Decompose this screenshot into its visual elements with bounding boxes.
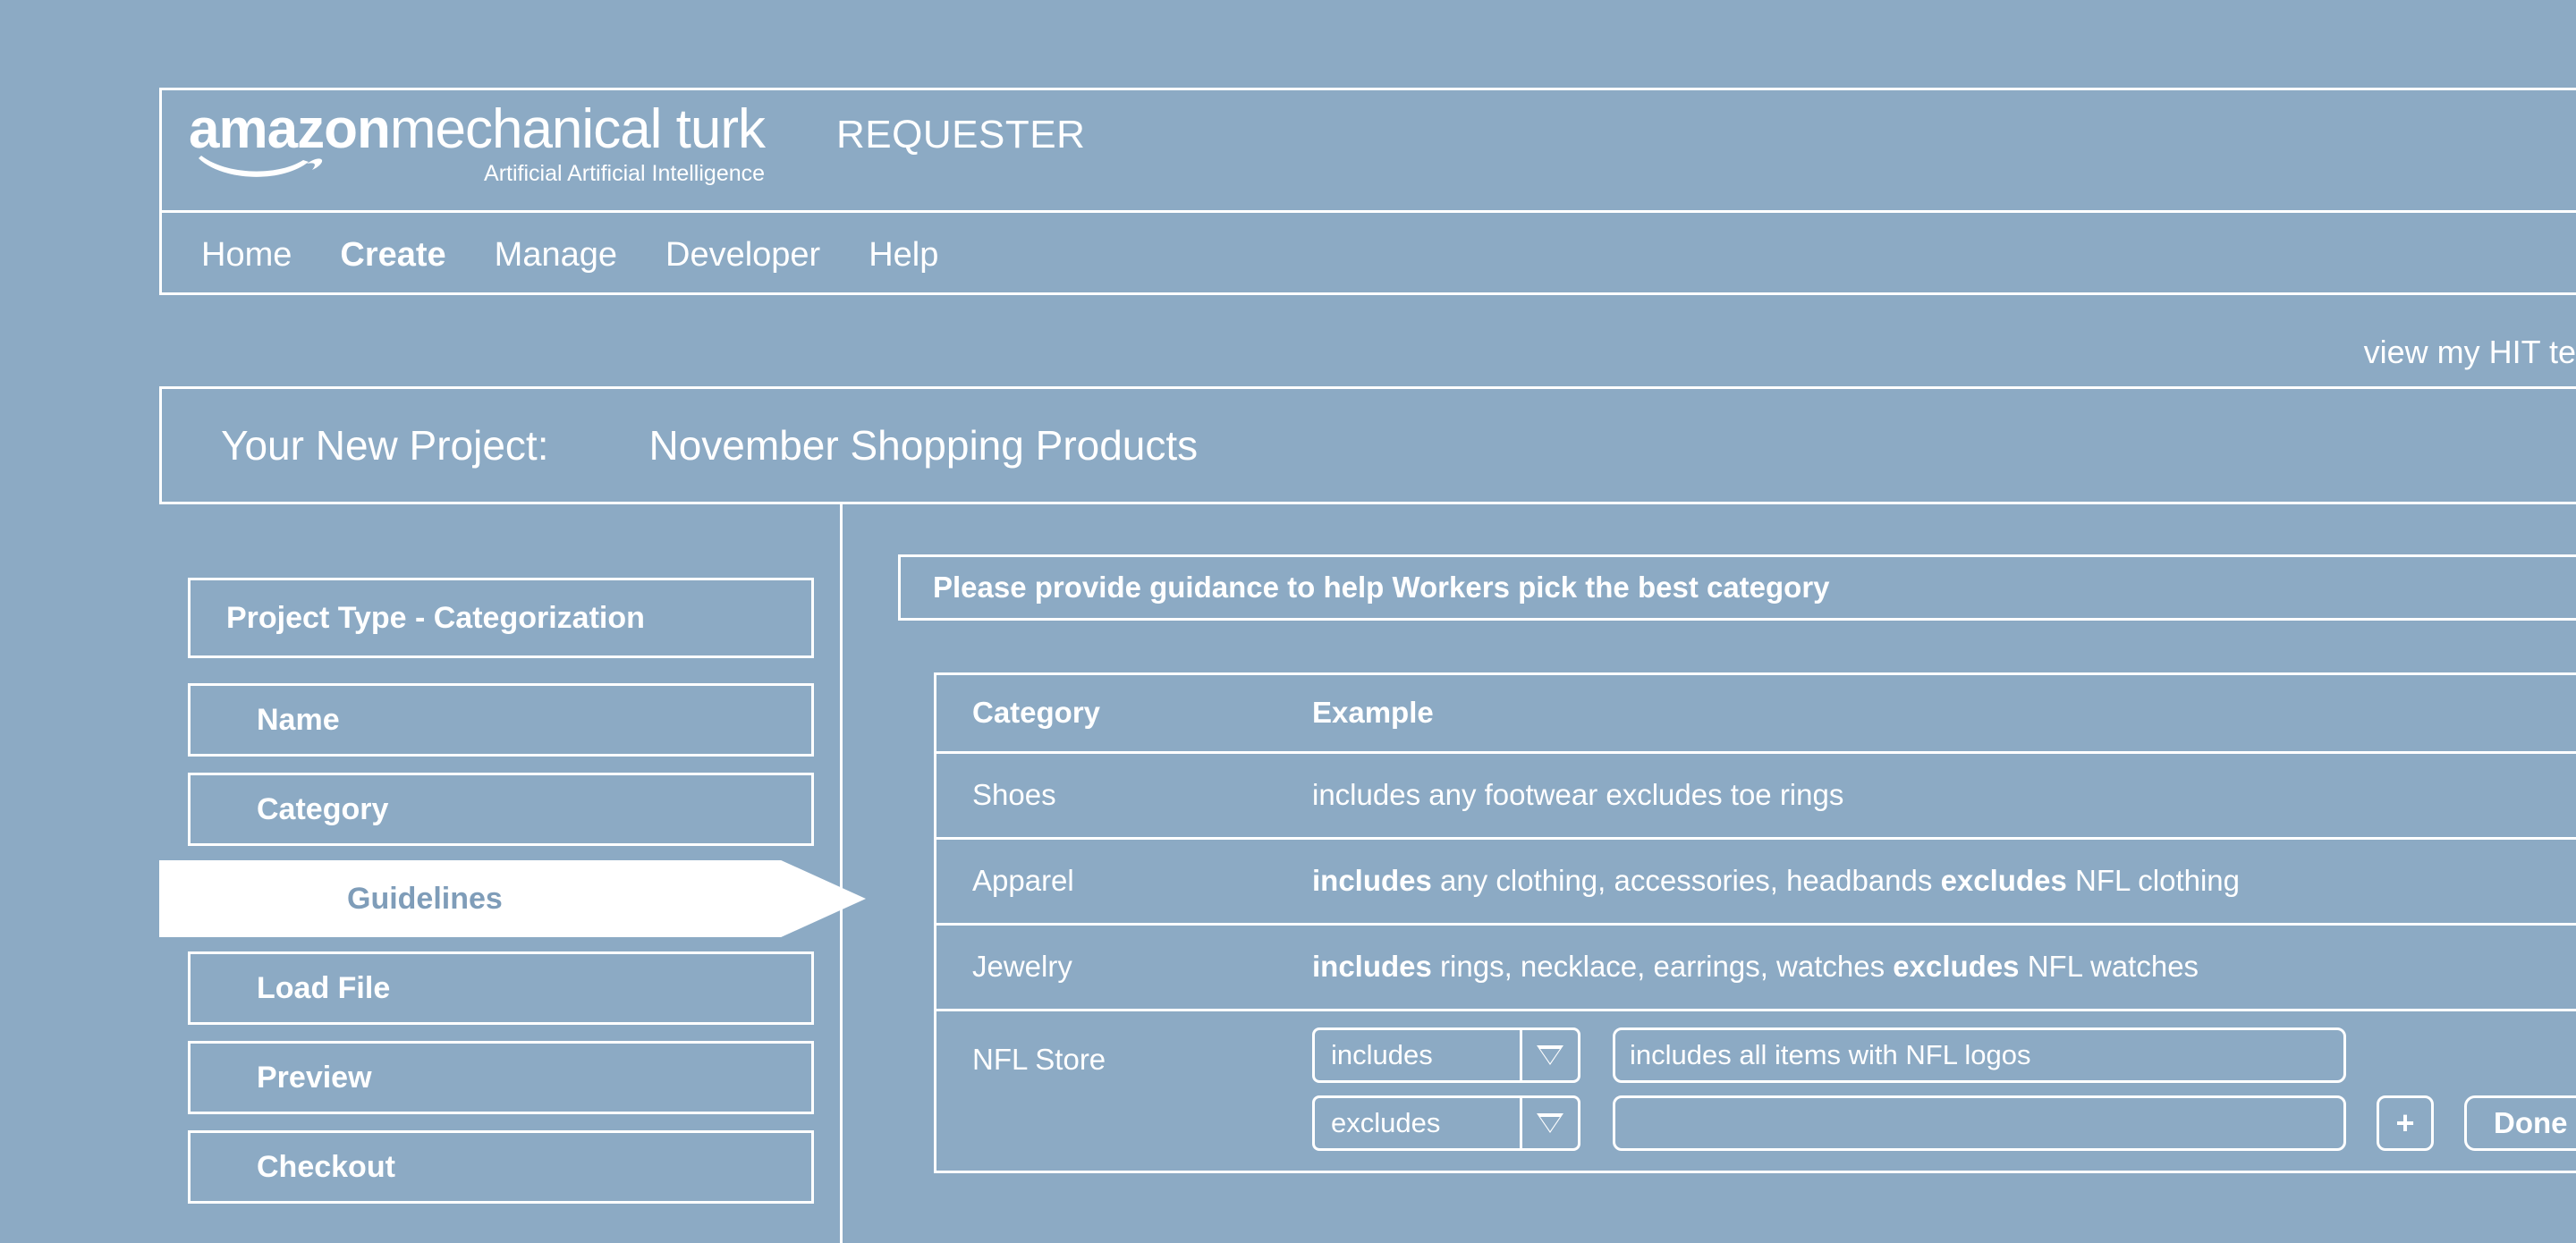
sidebar-item-label: Name bbox=[257, 703, 340, 737]
table-row: Shoes includes any footwear excludes toe… bbox=[936, 754, 2576, 840]
sidebar-item-category[interactable]: Category bbox=[188, 773, 814, 846]
guideline-editor: includes excludes bbox=[1312, 1011, 2576, 1163]
guidelines-panel: Please provide guidance to help Workers … bbox=[898, 554, 2576, 1243]
example-suffix-text: NFL watches bbox=[2019, 950, 2199, 983]
column-header-example: Example bbox=[1312, 696, 1434, 729]
chevron-down-icon[interactable] bbox=[1520, 1030, 1578, 1080]
nav-item-create[interactable]: Create bbox=[340, 235, 445, 275]
requester-label: REQUESTER bbox=[836, 113, 1086, 156]
project-title-bar: Your New Project: November Shopping Prod… bbox=[159, 386, 2576, 504]
table-row: Jewelry includes rings, necklace, earrin… bbox=[936, 926, 2576, 1011]
page-root: amazonmechanical turk Artificial Artific… bbox=[0, 0, 2576, 1243]
table-row: Apparel includes any clothing, accessori… bbox=[936, 840, 2576, 926]
done-button[interactable]: Done bbox=[2464, 1095, 2576, 1151]
example-suffix-text: toe rings bbox=[1722, 778, 1844, 811]
sidebar-item-project-type[interactable]: Project Type - Categorization bbox=[188, 578, 814, 658]
brand-logo[interactable]: amazonmechanical turk Artificial Artific… bbox=[189, 97, 1086, 186]
sidebar-item-checkout[interactable]: Checkout bbox=[188, 1130, 814, 1204]
row-category: Jewelry bbox=[972, 950, 1072, 983]
nav-item-developer[interactable]: Developer bbox=[665, 235, 820, 275]
logo-block: amazonmechanical turk Artificial Artific… bbox=[189, 97, 766, 186]
keyword-excludes: excludes bbox=[1893, 950, 2020, 983]
panel-title-box: Please provide guidance to help Workers … bbox=[898, 554, 2576, 621]
sidebar-item-preview[interactable]: Preview bbox=[188, 1041, 814, 1114]
main-navigation: Home Create Manage Developer Help bbox=[162, 210, 2576, 296]
panel-title: Please provide guidance to help Workers … bbox=[933, 571, 1830, 604]
sidebar-item-guidelines[interactable]: Guidelines bbox=[159, 860, 866, 937]
column-header-category: Category bbox=[972, 696, 1101, 729]
guidelines-table: Category Example Shoes includes any foot… bbox=[934, 672, 2576, 1173]
sidebar-item-label: Preview bbox=[257, 1061, 372, 1095]
guideline-text-input-2[interactable] bbox=[1613, 1095, 2346, 1151]
keyword-includes: includes bbox=[1312, 864, 1432, 897]
view-hit-templates-link[interactable]: view my HIT te bbox=[2364, 333, 2576, 372]
table-row-editable: NFL Store includes excludes bbox=[936, 1011, 2576, 1171]
guideline-text-input-1[interactable] bbox=[1613, 1027, 2346, 1083]
guideline-line-2: excludes + Done bbox=[1312, 1095, 2576, 1151]
row-example: includes any footwear excludes toe rings bbox=[1312, 754, 2576, 813]
row-category: NFL Store bbox=[972, 1043, 1106, 1076]
keyword-excludes: excludes bbox=[1940, 864, 2067, 897]
keyword-includes: includes bbox=[1312, 778, 1421, 811]
example-middle-text: any footwear bbox=[1420, 778, 1606, 811]
workflow-sidebar: Project Type - Categorization Name Categ… bbox=[159, 504, 866, 1243]
example-suffix-text: NFL clothing bbox=[2066, 864, 2241, 897]
row-example: includes rings, necklace, earrings, watc… bbox=[1312, 926, 2576, 985]
keyword-includes: includes bbox=[1312, 950, 1432, 983]
row-category: Shoes bbox=[972, 778, 1056, 811]
sidebar-item-label: Load File bbox=[257, 971, 391, 1005]
keyword-excludes: excludes bbox=[1606, 778, 1723, 811]
includes-excludes-select-1[interactable]: includes bbox=[1312, 1027, 1580, 1083]
project-label: Your New Project: bbox=[221, 422, 549, 469]
sidebar-item-load-file[interactable]: Load File bbox=[188, 951, 814, 1025]
table-header-row: Category Example bbox=[936, 675, 2576, 754]
includes-excludes-select-2[interactable]: excludes bbox=[1312, 1095, 1580, 1151]
row-category: Apparel bbox=[972, 864, 1074, 897]
guideline-line-1: includes bbox=[1312, 1027, 2576, 1083]
add-guideline-button[interactable]: + bbox=[2377, 1095, 2434, 1151]
nav-item-help[interactable]: Help bbox=[869, 235, 938, 275]
project-name: November Shopping Products bbox=[648, 422, 1199, 469]
header: amazonmechanical turk Artificial Artific… bbox=[159, 88, 2576, 295]
row-example: includes any clothing, accessories, head… bbox=[1312, 840, 2576, 899]
sidebar-item-label: Checkout bbox=[257, 1150, 395, 1184]
sidebar-item-label: Category bbox=[257, 792, 389, 826]
select-value: includes bbox=[1331, 1039, 1433, 1070]
nav-item-home[interactable]: Home bbox=[201, 235, 292, 275]
sidebar-item-label: Guidelines bbox=[347, 882, 503, 916]
amazon-smile-swoosh-icon bbox=[196, 149, 323, 185]
sidebar-item-name[interactable]: Name bbox=[188, 683, 814, 757]
logo-tagline: Artificial Artificial Intelligence bbox=[484, 161, 766, 186]
sidebar-item-label: Project Type - Categorization bbox=[226, 601, 645, 635]
logo-product-text: mechanical turk bbox=[389, 98, 766, 160]
chevron-down-icon[interactable] bbox=[1520, 1098, 1578, 1148]
example-middle-text: any clothing, accessories, headbands bbox=[1431, 864, 1941, 897]
example-middle-text: rings, necklace, earrings, watches bbox=[1431, 950, 1894, 983]
select-value: excludes bbox=[1331, 1107, 1441, 1138]
nav-item-manage[interactable]: Manage bbox=[495, 235, 617, 275]
